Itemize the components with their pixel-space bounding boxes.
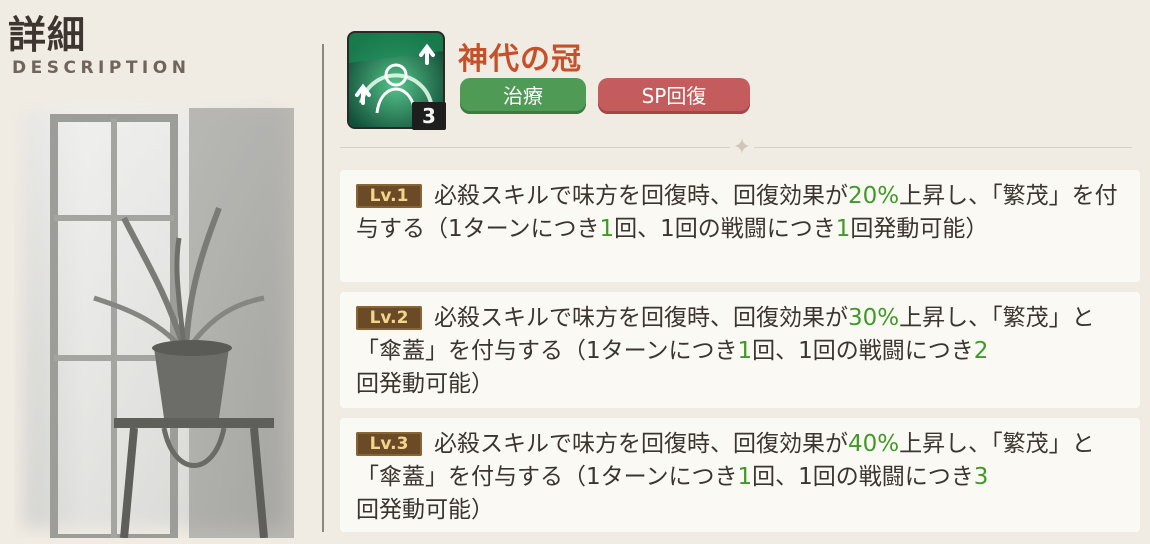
desc-text: 必殺スキルで味方を回復時、回復効果が [434, 431, 848, 457]
desc-value: 3 [973, 464, 989, 490]
vertical-divider [322, 44, 324, 532]
desc-text: 回発動可能） [356, 371, 494, 397]
tag-sp-recovery: SP回復 [598, 78, 750, 114]
level-badge: Lv.1 [356, 184, 422, 208]
desc-value: 1 [835, 216, 851, 242]
level-description-card-3: Lv.3 必殺スキルで味方を回復時、回復効果が40%上昇し、「繁茂」と「傘蓋」を付… [340, 418, 1140, 532]
desc-text: 回、1回の戦闘につき [752, 464, 974, 490]
level-description-card-1: Lv.1 必殺スキルで味方を回復時、回復効果が20%上昇し、「繁茂」を付与する（1… [340, 170, 1140, 282]
desc-value: 1 [737, 464, 753, 490]
desc-value: 2 [973, 338, 989, 364]
tag-heal: 治療 [460, 78, 586, 114]
desc-value: 1 [599, 216, 615, 242]
level-badge: Lv.3 [356, 432, 422, 456]
skill-level-badge: 3 [412, 102, 446, 130]
desc-text: 回、1回の戦闘につき [752, 338, 974, 364]
character-illustration [14, 98, 294, 538]
desc-value: 30% [848, 305, 900, 331]
level-badge: Lv.2 [356, 306, 422, 330]
desc-value: 20% [848, 183, 900, 209]
desc-text: 回発動可能） [850, 216, 989, 242]
desc-text: 必殺スキルで味方を回復時、回復効果が [434, 305, 848, 331]
page-title: 詳細 [8, 13, 87, 57]
desc-text: 回発動可能） [356, 497, 494, 523]
sparkle-icon: ✦ [730, 136, 754, 160]
skill-name: 神代の冠 [458, 42, 582, 77]
desc-text: 必殺スキルで味方を回復時、回復効果が [434, 183, 848, 209]
page-subtitle: DESCRIPTION [12, 58, 191, 78]
desc-value: 1 [737, 338, 753, 364]
desc-text: 回、1回の戦闘につき [614, 216, 836, 242]
desc-value: 40% [848, 431, 900, 457]
level-description-card-2: Lv.2 必殺スキルで味方を回復時、回復効果が30%上昇し、「繁茂」と「傘蓋」を付… [340, 292, 1140, 408]
